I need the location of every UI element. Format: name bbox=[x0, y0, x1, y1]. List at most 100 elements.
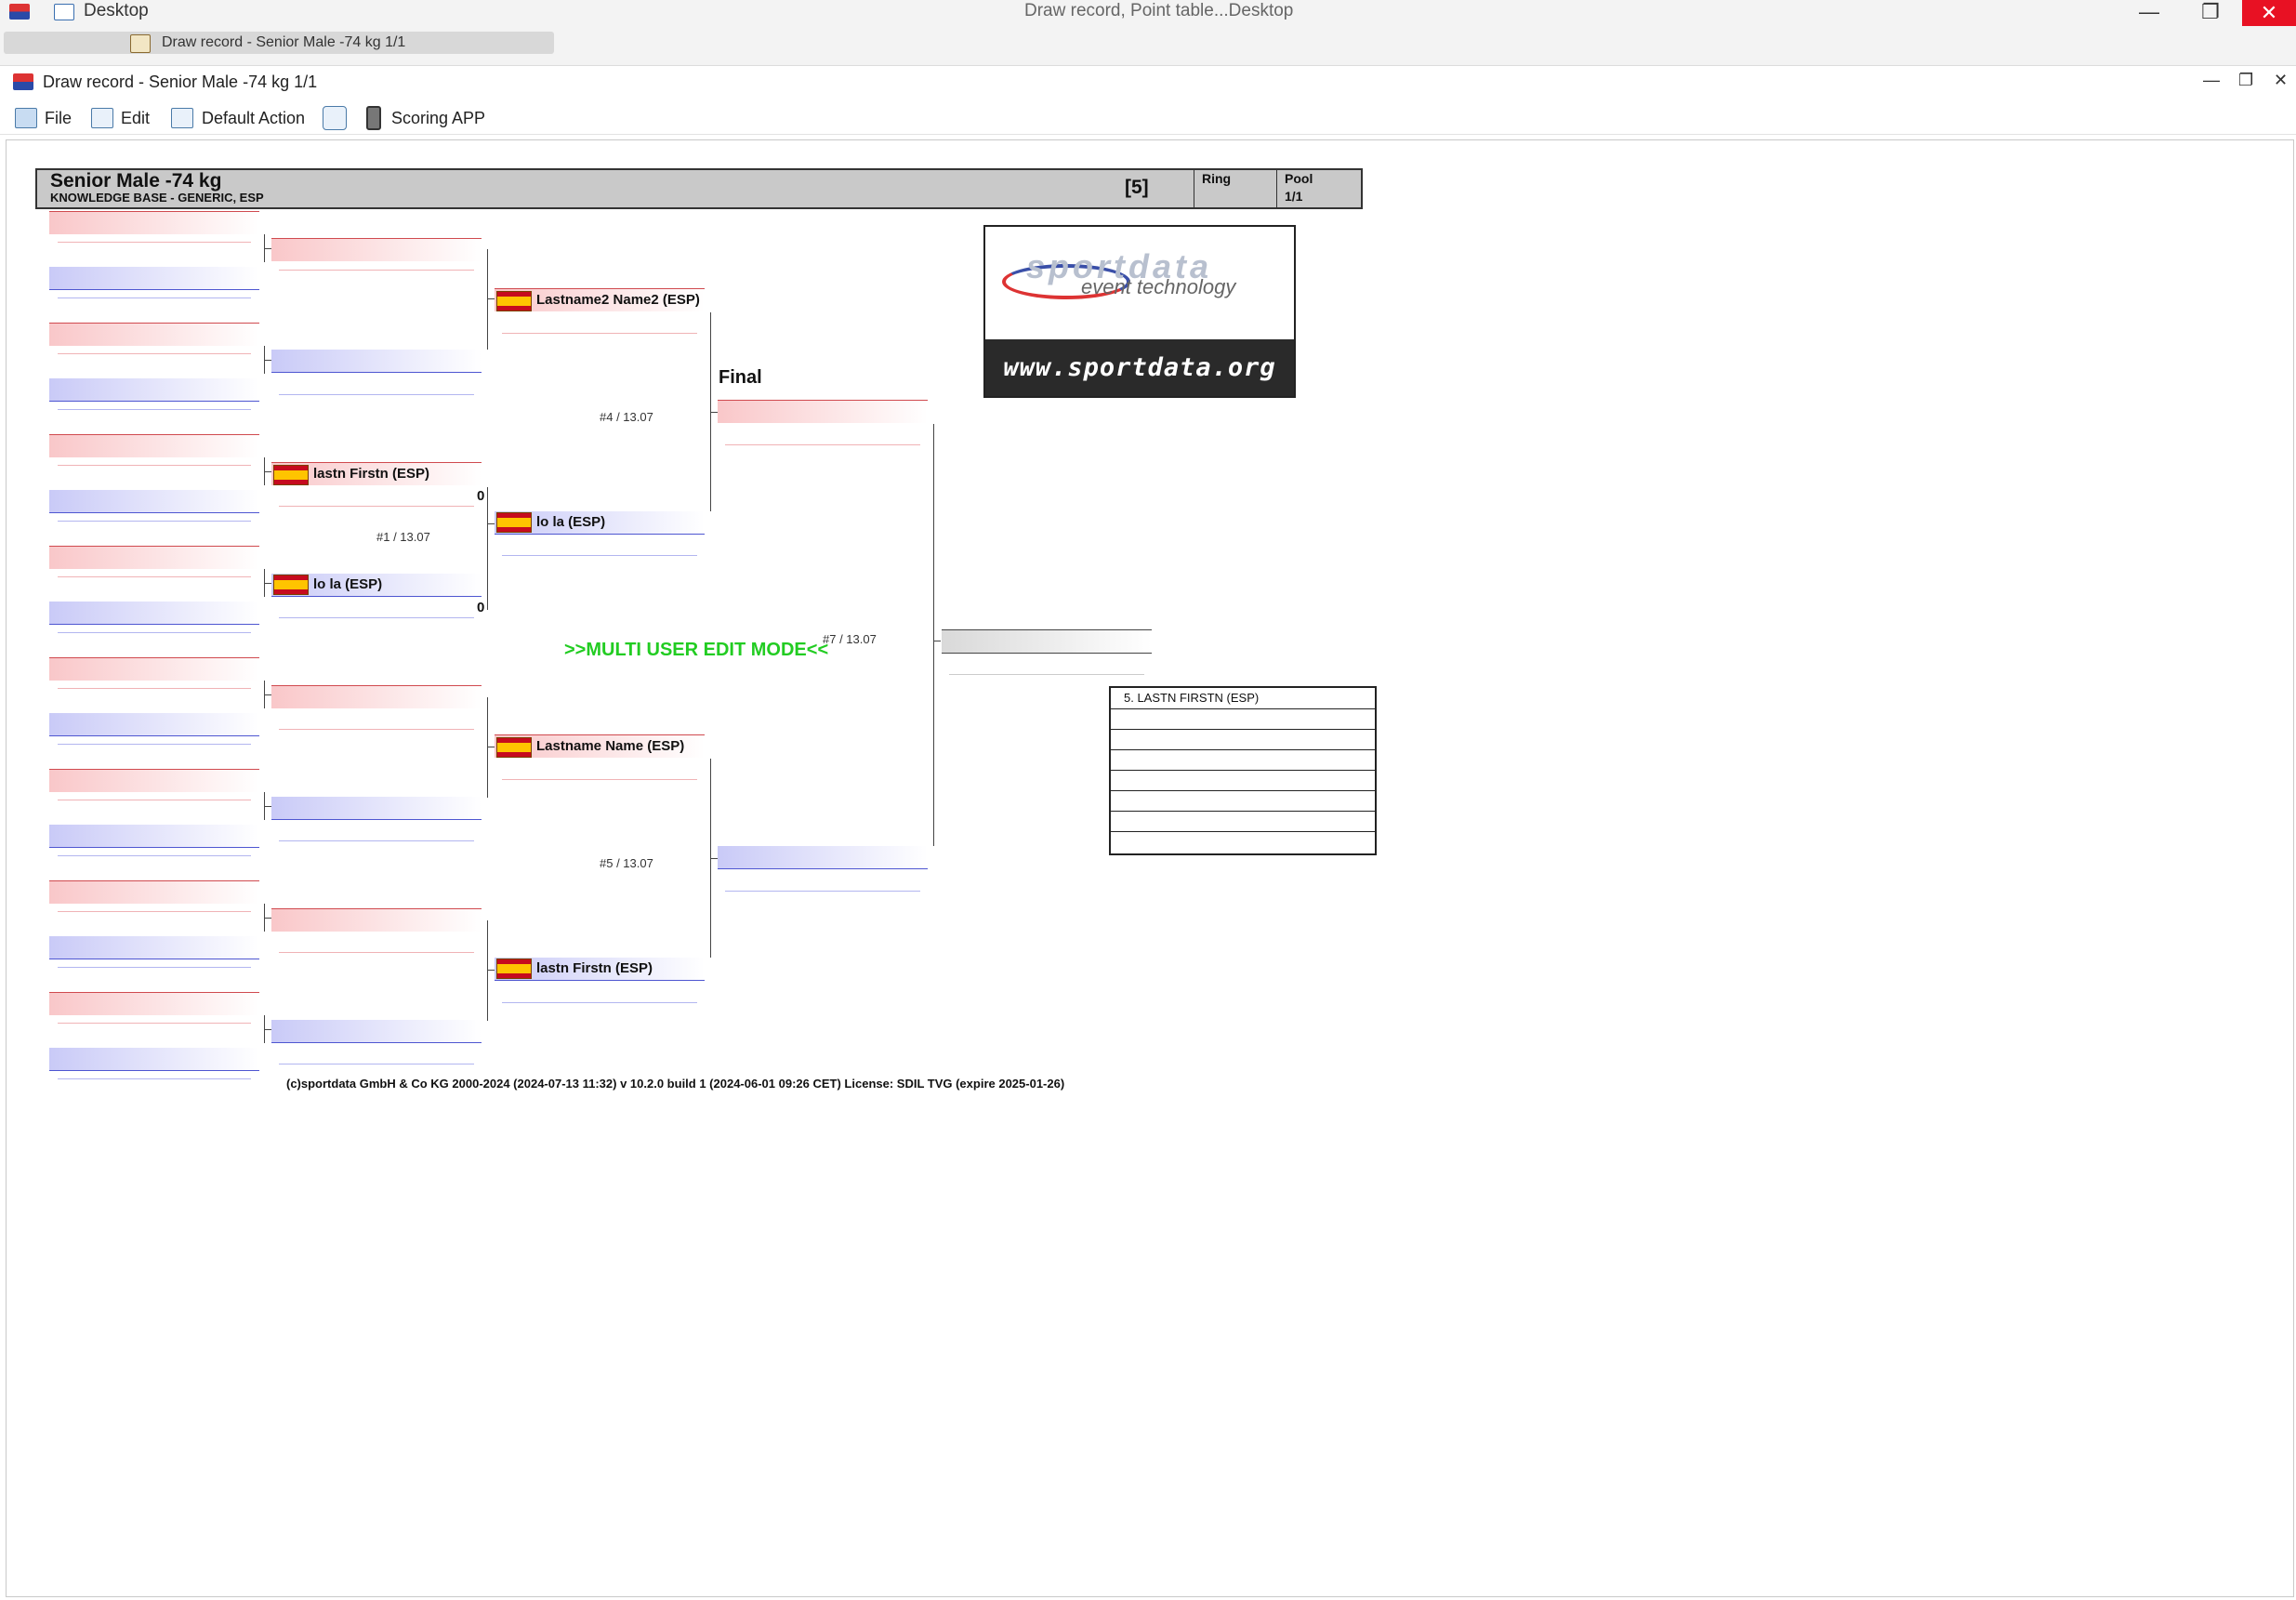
r3-slot-1[interactable]: Lastname2 Name2 (ESP) bbox=[495, 288, 705, 311]
spain-flag-icon bbox=[273, 465, 309, 485]
r1-slot-10[interactable] bbox=[49, 713, 259, 736]
r1-slot-5[interactable] bbox=[49, 434, 259, 457]
r2-slot-2[interactable] bbox=[271, 350, 482, 373]
r2-sub-7 bbox=[279, 952, 474, 953]
desktop-window-icon bbox=[54, 4, 74, 20]
final-match-label: #7 / 13.07 bbox=[823, 632, 877, 646]
r2-sub-6 bbox=[279, 840, 474, 841]
minimize-button[interactable]: — bbox=[2121, 0, 2177, 24]
restore-button[interactable]: ❐ bbox=[2183, 0, 2238, 24]
connector bbox=[264, 583, 271, 584]
ranking-row bbox=[1111, 708, 1375, 730]
r3-slot-2[interactable]: lo la (ESP) bbox=[495, 511, 705, 535]
close-button[interactable]: ✕ bbox=[2242, 0, 2296, 26]
r1-slot-6[interactable] bbox=[49, 490, 259, 513]
r2-slot-8[interactable] bbox=[271, 1020, 482, 1043]
connector bbox=[487, 487, 488, 610]
r1-slot-14[interactable] bbox=[49, 936, 259, 959]
ring-label: Ring bbox=[1202, 171, 1232, 186]
competitor-count: [5] bbox=[1125, 177, 1149, 198]
r1-slot-4[interactable] bbox=[49, 378, 259, 402]
r2-slot-5[interactable] bbox=[271, 685, 482, 708]
final-slot-blue[interactable] bbox=[718, 846, 928, 869]
r2-sub-1 bbox=[279, 270, 474, 271]
r1-slot-16[interactable] bbox=[49, 1048, 259, 1071]
r3-slot-3[interactable]: Lastname Name (ESP) bbox=[495, 734, 705, 758]
window-title: Draw record, Point table...Desktop bbox=[1024, 1, 1294, 20]
r2-slot-4[interactable]: lo la (ESP) bbox=[271, 574, 482, 597]
r2-sub-2 bbox=[279, 394, 474, 395]
inner-close-button[interactable]: ✕ bbox=[2274, 71, 2288, 90]
r1-slot-13[interactable] bbox=[49, 880, 259, 904]
r2-slot-7[interactable] bbox=[271, 908, 482, 932]
refresh-icon[interactable] bbox=[323, 106, 347, 130]
inner-window-title: Draw record - Senior Male -74 kg 1/1 bbox=[43, 73, 318, 91]
menu-file[interactable]: File bbox=[45, 106, 72, 130]
final-sub-red bbox=[725, 444, 920, 445]
inner-window-title-bar: Draw record - Senior Male -74 kg 1/1 — ❐… bbox=[0, 68, 2296, 99]
match-label: #5 / 13.07 bbox=[600, 856, 653, 870]
competitor-name[interactable]: lo la (ESP) bbox=[536, 511, 605, 534]
menu-scoring-app[interactable]: Scoring APP bbox=[391, 106, 485, 130]
r1-slot-7[interactable] bbox=[49, 546, 259, 569]
r3-sub-4 bbox=[502, 1002, 697, 1003]
r3-slot-4[interactable]: lastn Firstn (ESP) bbox=[495, 958, 705, 981]
r1-sub-14 bbox=[58, 967, 251, 968]
ranking-table: 5. LASTN FIRSTN (ESP) bbox=[1109, 686, 1377, 855]
competitor-name[interactable]: Lastname Name (ESP) bbox=[536, 735, 684, 758]
r1-slot-8[interactable] bbox=[49, 602, 259, 625]
r1-slot-2[interactable] bbox=[49, 267, 259, 290]
connector bbox=[264, 806, 271, 807]
multi-user-mode-notice: >>MULTI USER EDIT MODE<< bbox=[564, 640, 829, 660]
r1-slot-15[interactable] bbox=[49, 992, 259, 1015]
inner-restore-button[interactable]: ❐ bbox=[2238, 71, 2253, 90]
folder-icon bbox=[15, 108, 37, 128]
r2-slot-3[interactable]: lastn Firstn (ESP) bbox=[271, 462, 482, 485]
menu-default-action[interactable]: Default Action bbox=[202, 106, 305, 130]
copyright-footer: (c)sportdata GmbH & Co KG 2000-2024 (202… bbox=[286, 1077, 1065, 1091]
r1-slot-1[interactable] bbox=[49, 211, 259, 234]
r1-sub-5 bbox=[58, 465, 251, 466]
pool-value: 1/1 bbox=[1285, 189, 1303, 204]
ranking-row bbox=[1111, 729, 1375, 750]
competitor-name[interactable]: lastn Firstn (ESP) bbox=[536, 958, 653, 980]
r1-sub-16 bbox=[58, 1078, 251, 1079]
winner-slot[interactable] bbox=[942, 629, 1152, 654]
ranking-row: 5. LASTN FIRSTN (ESP) bbox=[1111, 688, 1375, 709]
r3-sub-3 bbox=[502, 779, 697, 780]
r1-sub-12 bbox=[58, 855, 251, 856]
ring-cell: Ring bbox=[1194, 170, 1276, 207]
os-title-bar: Desktop Draw record, Point table...Deskt… bbox=[0, 0, 2296, 66]
r2-sub-5 bbox=[279, 729, 474, 730]
final-sub-blue bbox=[725, 891, 920, 892]
spain-flag-icon bbox=[273, 575, 309, 595]
ranking-row bbox=[1111, 749, 1375, 771]
r1-slot-12[interactable] bbox=[49, 825, 259, 848]
connector bbox=[487, 249, 488, 350]
competitor-name[interactable]: lo la (ESP) bbox=[313, 574, 382, 596]
connector bbox=[933, 424, 934, 846]
inner-minimize-button[interactable]: — bbox=[2203, 71, 2220, 90]
connector bbox=[487, 970, 495, 971]
r2-slot-1[interactable] bbox=[271, 238, 482, 261]
r1-slot-3[interactable] bbox=[49, 323, 259, 346]
desktop-label[interactable]: Desktop bbox=[84, 1, 149, 21]
r1-slot-11[interactable] bbox=[49, 769, 259, 792]
r1-slot-9[interactable] bbox=[49, 657, 259, 681]
competitor-name[interactable]: lastn Firstn (ESP) bbox=[313, 463, 429, 485]
r2-sub-4 bbox=[279, 617, 474, 618]
final-slot-red[interactable] bbox=[718, 400, 928, 423]
r3-sub-1 bbox=[502, 333, 697, 334]
connector bbox=[487, 920, 488, 1021]
connector bbox=[264, 248, 271, 249]
r2-slot-6[interactable] bbox=[271, 797, 482, 820]
task-tab[interactable]: Draw record - Senior Male -74 kg 1/1 bbox=[4, 32, 554, 54]
sportdata-logo: sportdata event technology www.sportdata… bbox=[983, 225, 1296, 398]
competitor-name[interactable]: Lastname2 Name2 (ESP) bbox=[536, 289, 700, 311]
spain-flag-icon bbox=[496, 959, 532, 979]
menu-edit[interactable]: Edit bbox=[121, 106, 150, 130]
r1-sub-8 bbox=[58, 632, 251, 633]
app-logo-icon bbox=[9, 4, 30, 20]
match-label: #1 / 13.07 bbox=[376, 530, 430, 544]
connector bbox=[487, 523, 495, 524]
